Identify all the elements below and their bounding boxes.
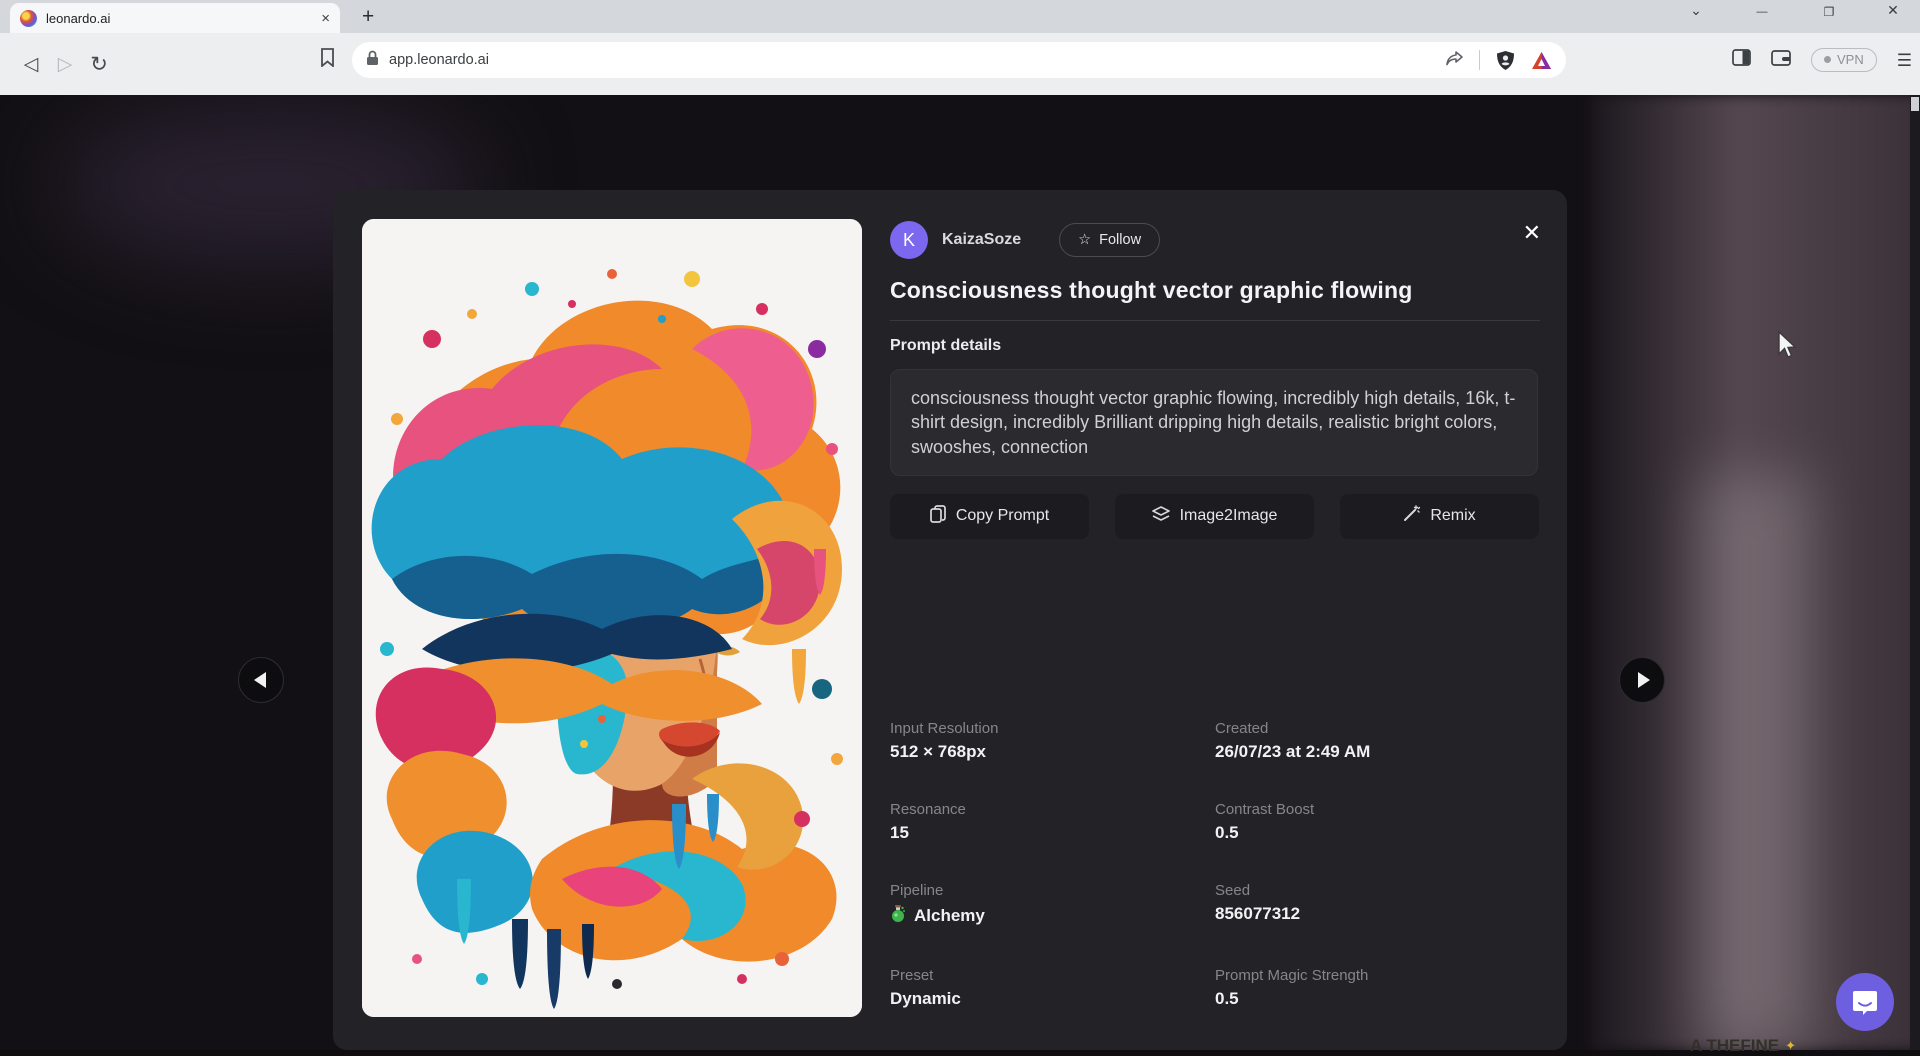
arrow-left-icon (254, 672, 266, 688)
video-watermark: A THEFINE✦ (1690, 1036, 1796, 1056)
previous-image-button[interactable] (238, 657, 284, 703)
image-title: Consciousness thought vector graphic flo… (890, 277, 1540, 304)
meta-seed: Seed 856077312 (1215, 882, 1540, 928)
restore-icon[interactable]: ❐ (1814, 5, 1844, 19)
brave-shield-icon[interactable] (1496, 50, 1515, 71)
sidebar-icon[interactable] (1732, 49, 1751, 71)
username[interactable]: KaizaSoze (942, 231, 1021, 249)
follow-button[interactable]: ☆ Follow (1059, 223, 1160, 257)
prompt-details-label: Prompt details (890, 337, 1540, 355)
tab-title: leonardo.ai (46, 11, 312, 26)
prompt-text-box[interactable]: consciousness thought vector graphic flo… (890, 369, 1538, 476)
browser-tab[interactable]: leonardo.ai × (10, 3, 340, 33)
detail-panel: K KaizaSoze ☆ Follow Consciousness thoug… (890, 220, 1540, 539)
next-image-button[interactable] (1619, 657, 1665, 703)
share-icon[interactable] (1445, 51, 1465, 69)
forward-button: ▷ (48, 53, 82, 76)
chat-widget-button[interactable] (1836, 973, 1894, 1031)
star-icon: ☆ (1078, 232, 1091, 248)
copy-icon (930, 505, 946, 528)
meta-prompt-magic-strength: Prompt Magic Strength 0.5 (1215, 967, 1540, 1009)
brave-rewards-icon[interactable] (1531, 51, 1552, 70)
image-detail-modal: ✕ K KaizaSoze ☆ Follow Consciousness tho… (333, 190, 1567, 1050)
arrow-right-icon (1638, 672, 1650, 688)
meta-resonance: Resonance 15 (890, 801, 1215, 843)
new-tab-button[interactable]: + (362, 5, 374, 29)
tab-close-icon[interactable]: × (321, 10, 330, 27)
remix-label: Remix (1430, 507, 1475, 525)
backdrop-blur-strip (1700, 475, 1810, 1050)
potion-icon (890, 904, 906, 928)
minimize-icon[interactable]: — (1747, 6, 1777, 18)
metadata-grid: Input Resolution 512 × 768px Created 26/… (890, 720, 1540, 1050)
vpn-button[interactable]: VPN (1811, 48, 1877, 72)
toolbar-right: VPN ☰ (1732, 42, 1912, 78)
copy-prompt-button[interactable]: Copy Prompt (890, 494, 1089, 539)
back-button[interactable]: ◁ (14, 53, 48, 76)
menu-icon[interactable]: ☰ (1897, 58, 1912, 63)
tab-strip: leonardo.ai × + ⌄ — ❐ ✕ (0, 0, 1920, 33)
scrollbar-thumb[interactable] (1911, 97, 1919, 111)
user-row: K KaizaSoze ☆ Follow (890, 220, 1540, 260)
leonardo-favicon (20, 10, 37, 27)
meta-pipeline: Pipeline Alchemy (890, 882, 1215, 928)
follow-label: Follow (1099, 232, 1141, 248)
page-scrollbar[interactable] (1910, 95, 1920, 1050)
window-close-icon[interactable]: ✕ (1878, 2, 1908, 19)
action-buttons: Copy Prompt Image2Image Remix (890, 494, 1540, 539)
avatar[interactable]: K (890, 221, 928, 259)
url-text[interactable]: app.leonardo.ai (389, 52, 1429, 68)
copy-prompt-label: Copy Prompt (956, 507, 1049, 525)
meta-input-resolution: Input Resolution 512 × 768px (890, 720, 1215, 762)
wallet-icon[interactable] (1771, 49, 1791, 71)
image2image-label: Image2Image (1180, 507, 1278, 525)
spark-icon: ✦ (1785, 1038, 1796, 1054)
meta-created: Created 26/07/23 at 2:49 AM (1215, 720, 1540, 762)
chat-bubble-icon (1851, 988, 1879, 1016)
reload-button[interactable]: ↻ (82, 52, 116, 77)
image2image-button[interactable]: Image2Image (1115, 494, 1314, 539)
generated-image[interactable] (362, 219, 862, 1017)
remix-button[interactable]: Remix (1340, 494, 1539, 539)
lock-icon (366, 50, 379, 71)
wand-icon (1403, 505, 1420, 527)
artwork-consciousness-portrait (362, 219, 862, 1017)
mouse-cursor (1775, 330, 1799, 365)
meta-contrast-boost: Contrast Boost 0.5 (1215, 801, 1540, 843)
tab-search-icon[interactable]: ⌄ (1681, 2, 1711, 19)
bookmark-icon[interactable] (320, 48, 335, 72)
vpn-status-dot (1824, 56, 1831, 63)
layers-icon (1152, 506, 1170, 527)
meta-preset: Preset Dynamic (890, 967, 1215, 1009)
divider (890, 320, 1540, 321)
vpn-label: VPN (1837, 52, 1864, 67)
page-backdrop: ✕ K KaizaSoze ☆ Follow Consciousness tho… (0, 95, 1920, 1050)
url-bar[interactable]: app.leonardo.ai (352, 42, 1566, 78)
urlbar-divider (1479, 50, 1480, 70)
